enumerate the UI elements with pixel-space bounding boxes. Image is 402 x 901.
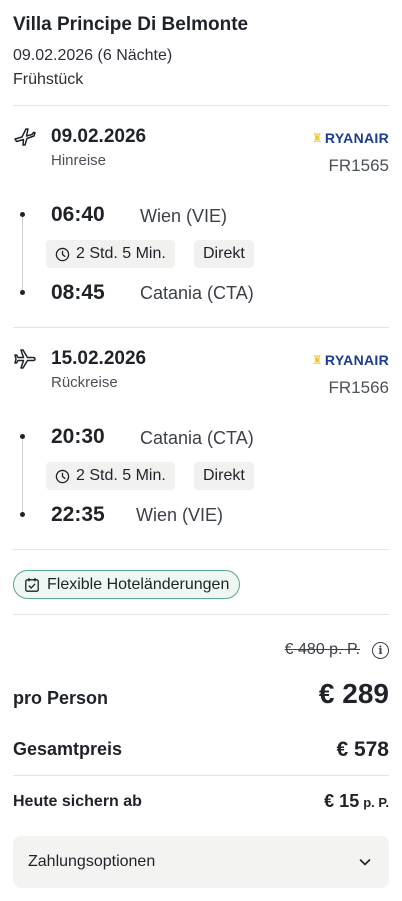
airline-name: RYANAIR [324, 352, 389, 368]
duration-text: 2 Std. 5 Min. [76, 467, 166, 484]
timeline-dot [20, 290, 25, 295]
plane-departure-icon [14, 128, 36, 146]
hotel-board: Frühstück [13, 71, 84, 88]
outbound-direction: Hinreise [51, 152, 107, 169]
flexible-hotel-changes-label: Flexible Hoteländerungen [47, 575, 230, 593]
clock-icon [55, 247, 70, 261]
timeline-dot [20, 512, 25, 517]
payment-options-label: Zahlungsoptionen [28, 853, 156, 870]
total-label: Gesamtpreis [13, 739, 123, 759]
outbound-departure-time: 06:40 [51, 203, 105, 226]
flight-number: FR1566 [328, 378, 389, 397]
plane-arrival-icon [14, 349, 36, 369]
old-price: € 480 p. P. [284, 641, 360, 658]
timeline-dot [20, 434, 25, 439]
total-price: € 578 [336, 738, 389, 761]
flight-number: FR1565 [328, 156, 389, 175]
divider [13, 775, 389, 776]
stops-chip: Direkt [194, 462, 254, 490]
deposit-unit: p. P. [363, 795, 389, 810]
flexible-hotel-changes-badge[interactable]: Flexible Hoteländerungen [13, 570, 241, 599]
stops-text: Direkt [203, 467, 245, 484]
divider [13, 105, 389, 106]
return-date: 15.02.2026 [51, 348, 147, 369]
stops-chip: Direkt [194, 240, 254, 268]
return-arrival-time: 22:35 [51, 503, 105, 526]
deposit-price: € 15 p. P. [324, 791, 389, 812]
hotel-dates: 09.02.2026 (6 Nächte) [13, 47, 173, 64]
outbound-arrival-airport: Catania (CTA) [140, 283, 254, 303]
per-person-label: pro Person [13, 688, 109, 708]
duration-chip: 2 Std. 5 Min. [46, 240, 175, 268]
divider [13, 327, 389, 328]
return-departure-time: 20:30 [51, 425, 105, 448]
outbound-date: 09.02.2026 [51, 126, 147, 147]
airline-logo: ♜ RYANAIR [312, 352, 389, 368]
timeline-line [22, 437, 23, 517]
hotel-name: Villa Principe Di Belmonte [13, 14, 249, 35]
calendar-check-icon [25, 577, 39, 592]
clock-icon [55, 469, 70, 483]
return-arrival-airport: Wien (VIE) [136, 505, 224, 525]
timeline-line [22, 215, 23, 295]
harp-icon: ♜ [311, 131, 323, 145]
stops-text: Direkt [203, 245, 245, 262]
payment-options-dropdown[interactable]: Zahlungsoptionen [13, 836, 389, 888]
duration-text: 2 Std. 5 Min. [76, 245, 166, 262]
divider [13, 549, 389, 550]
chevron-down-icon [359, 859, 371, 866]
return-direction: Rückreise [51, 374, 118, 391]
deposit-amount: € 15 [324, 791, 360, 811]
airline-logo: ♜ RYANAIR [312, 130, 389, 146]
return-departure-airport: Catania (CTA) [140, 428, 254, 448]
info-icon[interactable]: i [372, 642, 389, 659]
outbound-arrival-time: 08:45 [51, 281, 105, 304]
airline-name: RYANAIR [324, 130, 389, 146]
timeline-dot [20, 212, 25, 217]
deposit-label: Heute sichern ab [13, 793, 142, 810]
divider [13, 614, 389, 615]
per-person-price: € 289 [318, 678, 389, 709]
outbound-departure-airport: Wien (VIE) [140, 206, 228, 226]
harp-icon: ♜ [311, 353, 323, 367]
duration-chip: 2 Std. 5 Min. [46, 462, 175, 490]
